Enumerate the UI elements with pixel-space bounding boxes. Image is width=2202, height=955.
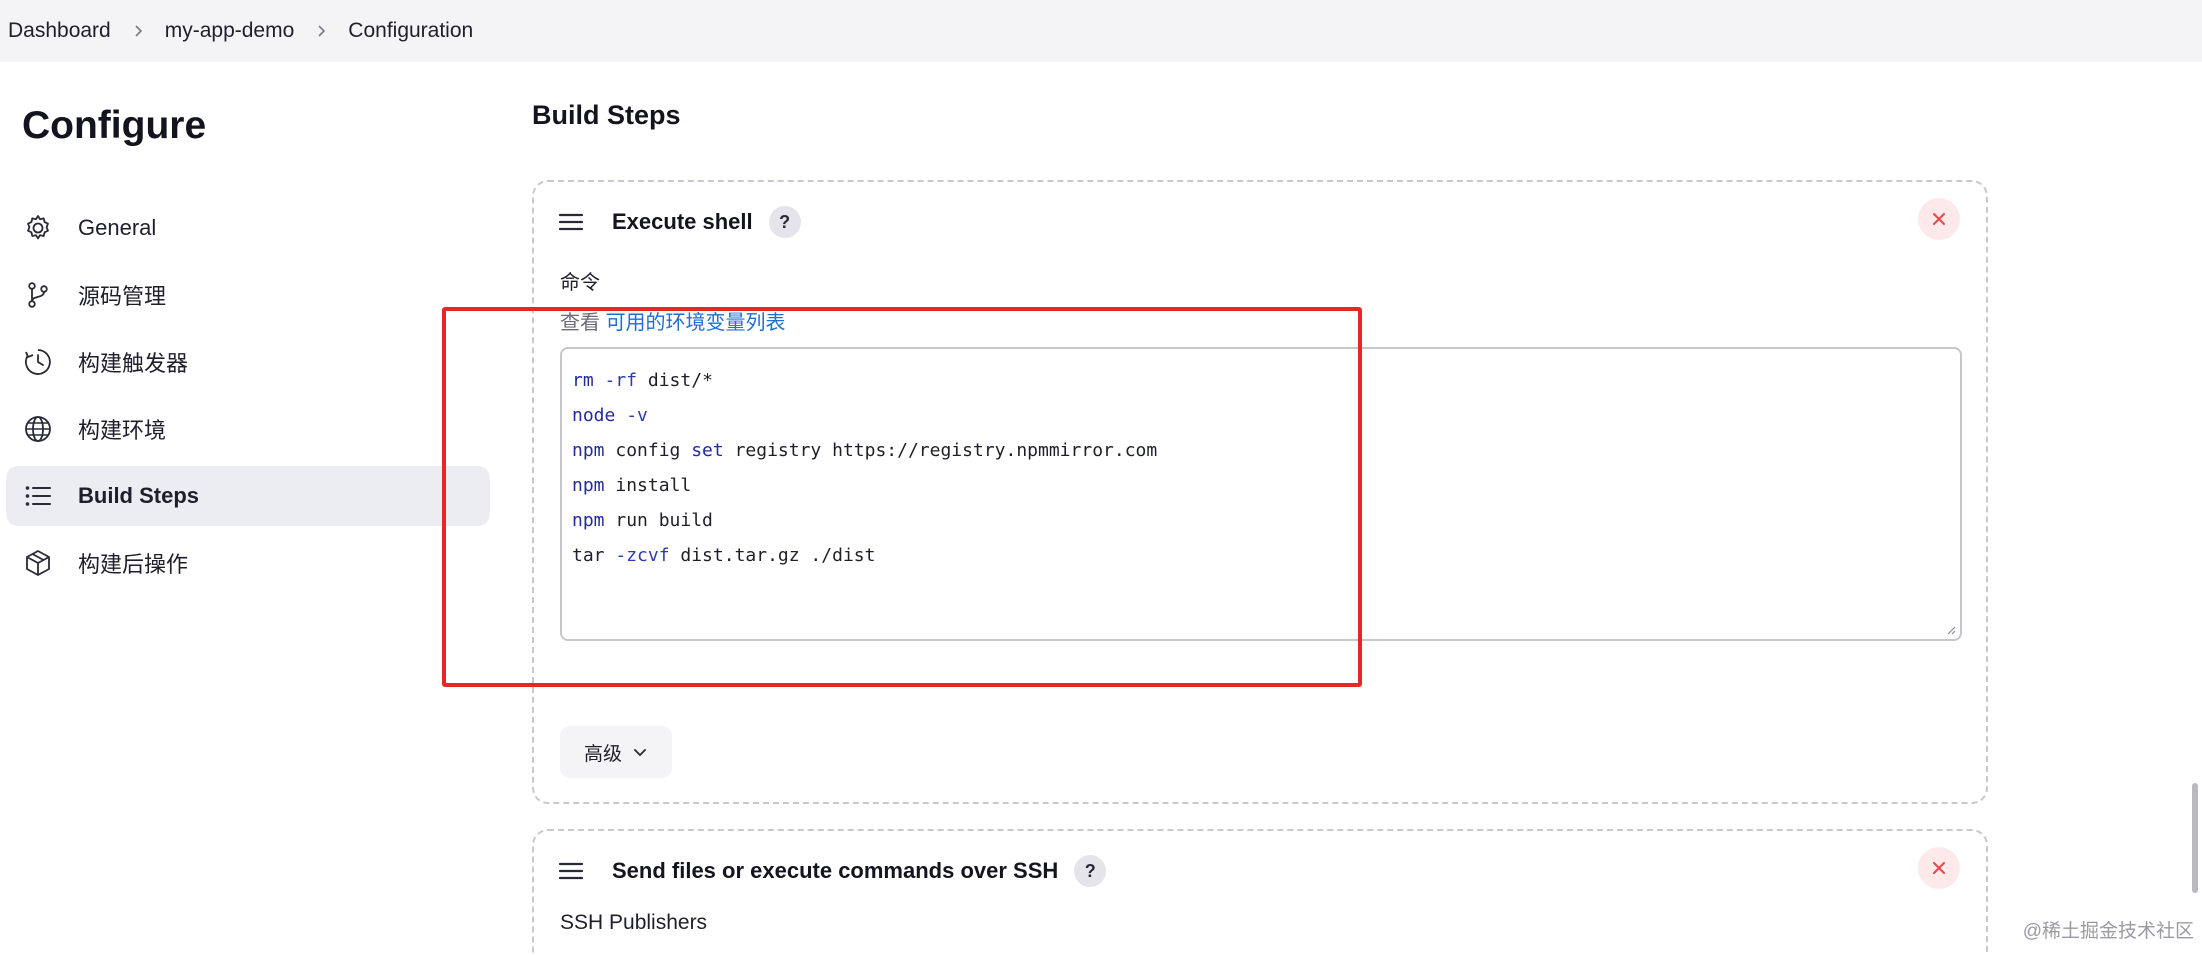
advanced-button[interactable]: 高级 [560, 726, 672, 778]
command-line: rm -rf dist/* [572, 363, 1950, 398]
sidebar-item-post-build[interactable]: 构建后操作 [6, 533, 490, 593]
delete-step-button[interactable] [1918, 847, 1960, 889]
env-vars-link[interactable]: 可用的环境变量列表 [606, 312, 786, 334]
command-line: npm install [572, 468, 1950, 503]
sidebar-item-label: Build Steps [78, 483, 200, 508]
command-line: tar -zcvf dist.tar.gz ./dist [572, 538, 1950, 573]
package-icon [22, 547, 54, 579]
section-title: Build Steps [532, 100, 681, 130]
help-button[interactable]: ? [768, 206, 801, 238]
sidebar-item-build-steps[interactable]: Build Steps [6, 466, 490, 526]
cmd-plain: tar [572, 545, 605, 566]
command-line: npm config set registry https://registry… [572, 433, 1950, 468]
close-icon [1933, 213, 1945, 225]
cmd-keyword: node [572, 405, 616, 426]
cmd-args: run build [604, 510, 713, 531]
step-title: Send files or execute commands over SSH [612, 858, 1059, 883]
cmd-args: install [604, 475, 692, 496]
watermark: @稀土掘金技术社区 [2022, 921, 2194, 942]
ssh-publishers-label: SSH Publishers [560, 911, 708, 934]
cmd-flag: -rf [604, 370, 638, 391]
sidebar-item-source-control[interactable]: 源码管理 [6, 265, 490, 325]
sidebar: General 源码管理 构建触发器 构建环境 Build Steps 构建后操… [6, 198, 490, 600]
sidebar-item-label: 构建后操作 [78, 552, 189, 577]
sidebar-item-label: 构建触发器 [78, 351, 189, 376]
cmd-args: registry https://registry.npmmirror.com [723, 440, 1158, 461]
env-prefix: 查看 [560, 312, 600, 334]
breadcrumb: Dashboard my-app-demo Configuration [0, 0, 2202, 62]
advanced-label: 高级 [583, 743, 622, 765]
resize-handle-icon[interactable] [1944, 623, 1956, 635]
gear-icon [22, 212, 54, 244]
cmd-keyword: rm [572, 370, 594, 391]
command-line: node -v [572, 398, 1950, 433]
command-label: 命令 [560, 272, 600, 294]
cmd-args: dist/* [637, 370, 713, 391]
globe-icon [22, 413, 54, 445]
step-title: Execute shell [612, 209, 753, 234]
help-button[interactable]: ? [1074, 855, 1107, 887]
cmd-args: config [604, 440, 692, 461]
command-textarea[interactable]: rm -rf dist/* node -v npm config set reg… [560, 347, 1962, 641]
breadcrumb-configuration[interactable]: Configuration [348, 19, 473, 43]
build-step-ssh: Send files or execute commands over SSH … [532, 829, 1988, 955]
clock-icon [22, 346, 54, 378]
command-line: npm run build [572, 503, 1950, 538]
sidebar-item-build-triggers[interactable]: 构建触发器 [6, 332, 490, 392]
chevron-down-icon [634, 749, 646, 757]
drag-handle-icon[interactable] [558, 858, 584, 884]
scrollbar[interactable] [2192, 783, 2198, 893]
breadcrumb-project[interactable]: my-app-demo [165, 19, 295, 43]
sidebar-item-label: 构建环境 [78, 418, 167, 443]
cmd-args: dist.tar.gz ./dist [669, 545, 876, 566]
close-icon [1933, 862, 1945, 874]
env-vars-hint: 查看 可用的环境变量列表 [560, 306, 786, 335]
step-header: Execute shell ? [558, 202, 801, 242]
chevron-right-icon [294, 24, 348, 38]
sidebar-item-label: 源码管理 [78, 284, 167, 309]
cmd-flag: -v [626, 405, 648, 426]
breadcrumb-dashboard[interactable]: Dashboard [8, 19, 111, 43]
chevron-right-icon [111, 24, 165, 38]
branch-icon [22, 279, 54, 311]
list-icon [22, 480, 54, 512]
step-header: Send files or execute commands over SSH … [558, 851, 1107, 891]
cmd-keyword: npm [572, 475, 605, 496]
sidebar-item-general[interactable]: General [6, 198, 490, 258]
page-title: Configure [22, 104, 207, 147]
cmd-keyword: set [691, 440, 724, 461]
delete-step-button[interactable] [1918, 198, 1960, 240]
cmd-flag: -zcvf [615, 545, 670, 566]
sidebar-item-label: General [78, 215, 157, 240]
drag-handle-icon[interactable] [558, 209, 584, 235]
sidebar-item-build-environment[interactable]: 构建环境 [6, 399, 490, 459]
cmd-keyword: npm [572, 440, 605, 461]
cmd-keyword: npm [572, 510, 605, 531]
build-step-execute-shell: Execute shell ? 命令 查看 可用的环境变量列表 rm -rf d… [532, 180, 1988, 804]
